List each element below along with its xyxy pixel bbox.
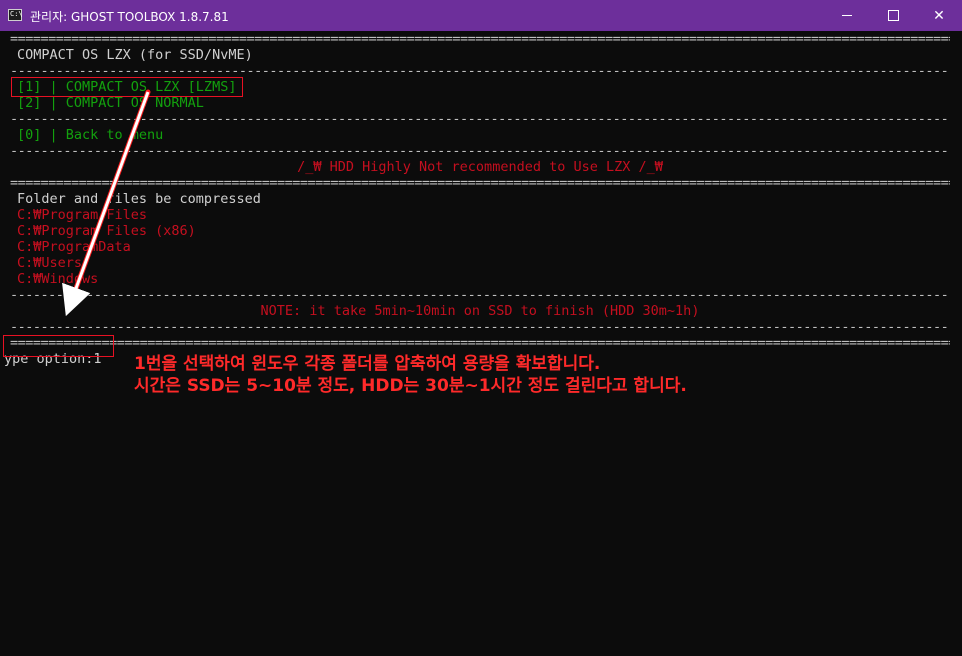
annotation-line-1: 1번을 선택하여 윈도우 각종 폴더를 압축하여 용량을 확보합니다. <box>134 354 601 374</box>
arrow-line <box>62 91 150 317</box>
annotation-line-2: 시간은 SSD는 5~10분 정도, HDD는 30분~1시간 정도 걸린다고 … <box>134 376 687 396</box>
annotation-text: 1번을 선택하여 윈도우 각종 폴더를 압축하여 용량을 확보합니다. 시간은 … <box>134 353 687 397</box>
arrow-annotation <box>62 89 151 317</box>
